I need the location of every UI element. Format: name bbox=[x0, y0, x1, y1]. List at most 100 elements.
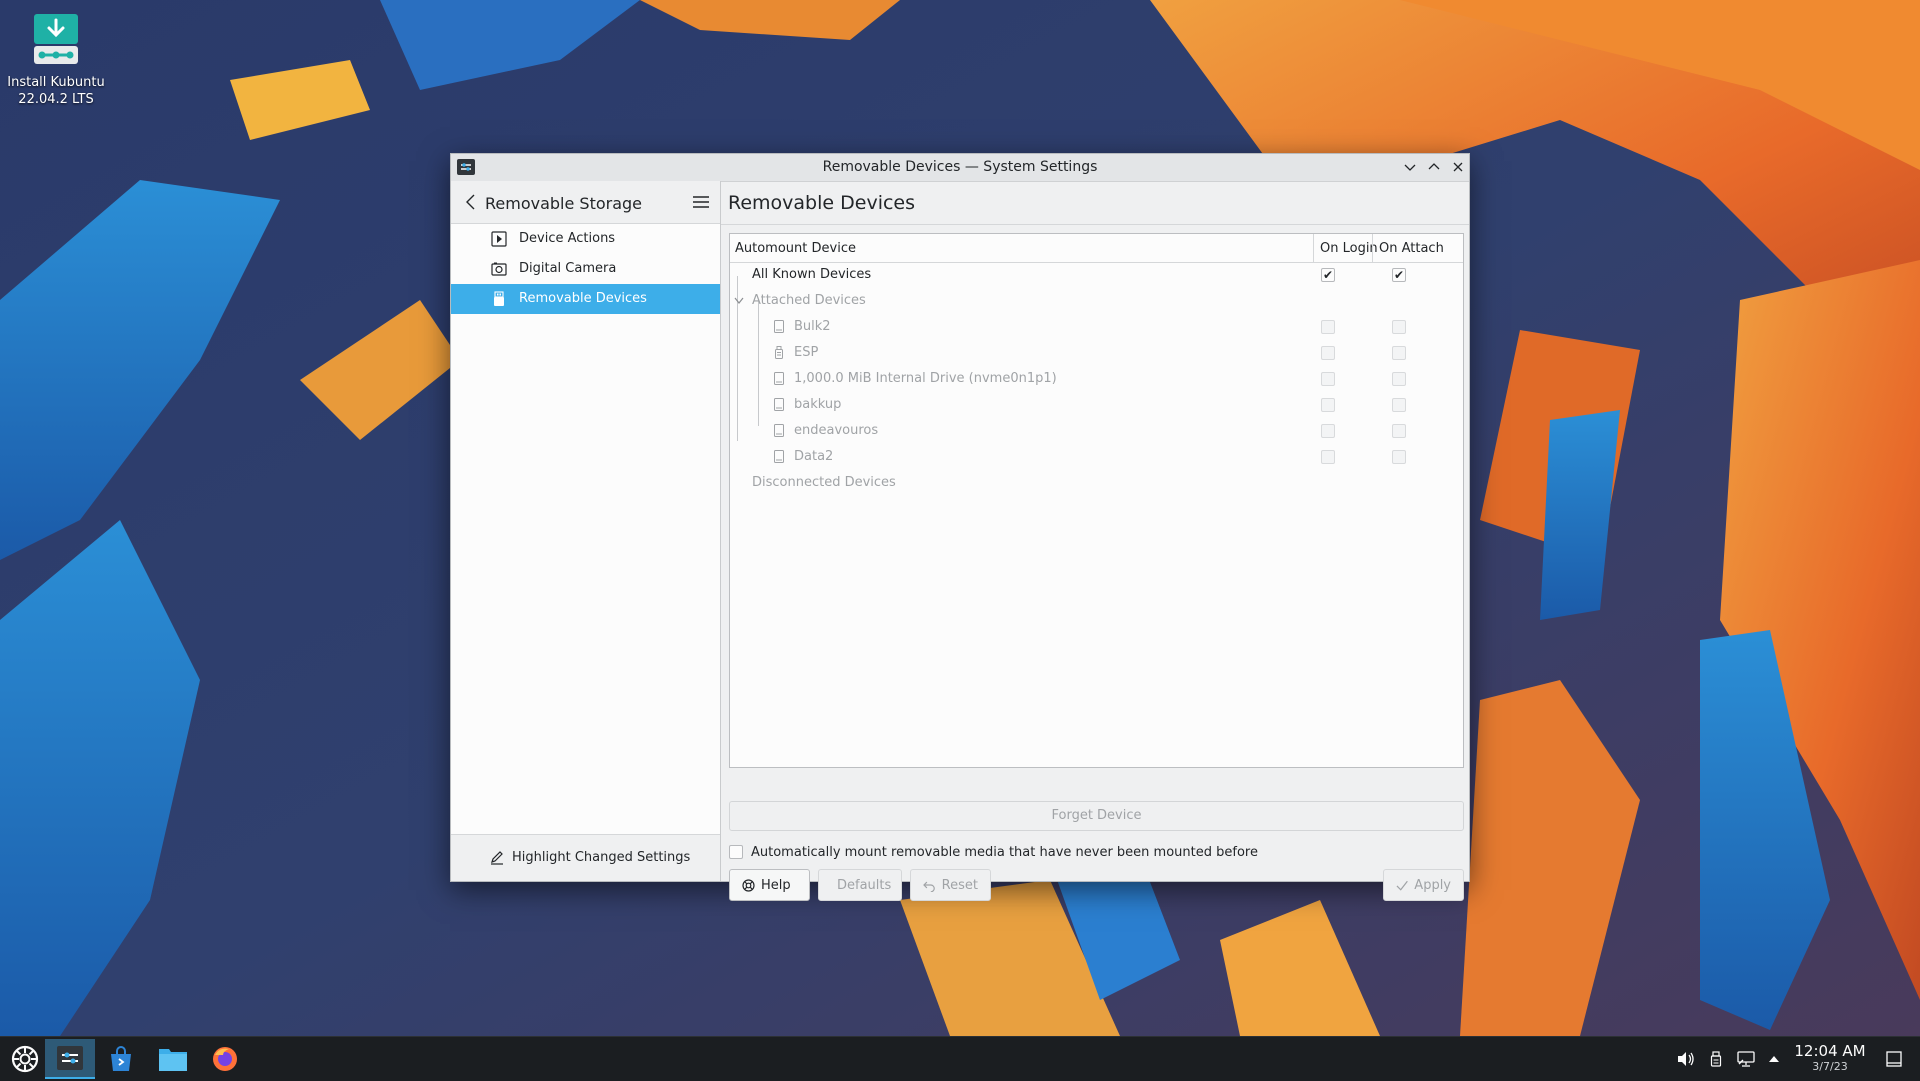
download-install-icon bbox=[30, 12, 82, 68]
drive-icon bbox=[774, 450, 784, 463]
tree-row-attached-devices[interactable]: Attached Devices bbox=[730, 288, 1463, 314]
defaults-button[interactable]: Defaults bbox=[818, 869, 902, 901]
chevron-down-icon bbox=[1404, 164, 1416, 171]
back-button[interactable] bbox=[463, 193, 479, 211]
column-divider bbox=[1372, 234, 1373, 262]
window-titlebar[interactable]: Removable Devices — System Settings bbox=[451, 154, 1469, 182]
minimize-button[interactable] bbox=[1401, 158, 1419, 176]
row-label: endeavouros bbox=[794, 423, 879, 438]
sidebar-footer: Highlight Changed Settings bbox=[451, 834, 720, 881]
highlighter-pen-icon bbox=[491, 851, 503, 865]
column-header-on-attach[interactable]: On Attach bbox=[1379, 241, 1444, 256]
row-label: Disconnected Devices bbox=[752, 475, 896, 490]
sidebar-item-label: Digital Camera bbox=[519, 261, 617, 276]
highlight-changed-settings-label: Highlight Changed Settings bbox=[512, 849, 691, 865]
digital-clock[interactable]: 12:04 AM 3/7/23 bbox=[1776, 1042, 1884, 1074]
application-launcher-button[interactable] bbox=[0, 1039, 50, 1079]
device-on-attach-checkbox[interactable] bbox=[1392, 450, 1406, 464]
page-title: Removable Devices bbox=[728, 192, 916, 214]
tree-row-device[interactable]: bakkup bbox=[730, 392, 1463, 418]
hamburger-menu-button[interactable] bbox=[692, 194, 710, 210]
maximize-button[interactable] bbox=[1425, 158, 1443, 176]
device-on-login-checkbox[interactable] bbox=[1321, 398, 1335, 412]
main-panel: Removable Devices Automount Device On Lo… bbox=[721, 181, 1469, 901]
taskbar: 12:04 AM 3/7/23 bbox=[0, 1036, 1920, 1081]
chevron-down-icon[interactable] bbox=[734, 297, 744, 305]
usb-drive-icon bbox=[775, 346, 783, 359]
drive-icon bbox=[774, 372, 784, 385]
help-icon bbox=[742, 878, 755, 892]
taskbar-firefox[interactable] bbox=[200, 1039, 250, 1079]
tree-row-device[interactable]: Bulk2 bbox=[730, 314, 1463, 340]
close-button[interactable] bbox=[1449, 158, 1467, 176]
tree-header: Automount Device On Login On Attach bbox=[730, 234, 1463, 263]
system-settings-window: Removable Devices — System Settings Remo… bbox=[450, 153, 1470, 901]
auto-mount-checkbox[interactable] bbox=[729, 845, 743, 859]
device-on-login-checkbox[interactable] bbox=[1321, 372, 1335, 386]
checkmark-icon bbox=[1396, 880, 1408, 891]
device-on-attach-checkbox[interactable] bbox=[1392, 320, 1406, 334]
sidebar-item-removable-devices[interactable]: Removable Devices bbox=[451, 284, 720, 314]
sidebar-header: Removable Storage bbox=[451, 181, 720, 224]
sidebar-item-digital-camera[interactable]: Digital Camera bbox=[451, 254, 720, 284]
taskbar-dolphin[interactable] bbox=[148, 1039, 198, 1079]
network-icon[interactable] bbox=[1736, 1049, 1756, 1069]
help-button[interactable]: Help bbox=[729, 869, 810, 901]
tree-row-disconnected-devices[interactable]: Disconnected Devices bbox=[730, 470, 1463, 496]
system-settings-icon bbox=[57, 1046, 83, 1070]
device-on-login-checkbox[interactable] bbox=[1321, 346, 1335, 360]
help-label: Help bbox=[761, 877, 791, 893]
row-label: All Known Devices bbox=[752, 267, 872, 282]
show-desktop-icon[interactable] bbox=[1884, 1049, 1904, 1069]
all-known-on-login-checkbox[interactable]: ✔ bbox=[1321, 268, 1335, 282]
column-header-on-login[interactable]: On Login bbox=[1320, 241, 1378, 256]
clock-time: 12:04 AM bbox=[1794, 1042, 1866, 1060]
drive-icon bbox=[774, 320, 784, 333]
removable-device-notifier-icon[interactable] bbox=[1706, 1049, 1726, 1069]
device-on-attach-checkbox[interactable] bbox=[1392, 424, 1406, 438]
device-on-attach-checkbox[interactable] bbox=[1392, 346, 1406, 360]
row-label: Bulk2 bbox=[794, 319, 831, 334]
desktop-icon-label-line2: 22.04.2 LTS bbox=[18, 92, 94, 107]
folder-icon bbox=[159, 1049, 187, 1071]
auto-mount-label: Automatically mount removable media that… bbox=[751, 845, 1258, 860]
taskbar-discover[interactable] bbox=[96, 1039, 146, 1079]
header-divider bbox=[721, 224, 1469, 225]
tree-row-device[interactable]: ESP bbox=[730, 340, 1463, 366]
device-on-login-checkbox[interactable] bbox=[1321, 320, 1335, 334]
volume-icon[interactable] bbox=[1676, 1049, 1696, 1069]
drive-icon bbox=[774, 398, 784, 411]
desktop-icon-label-line1: Install Kubuntu bbox=[7, 75, 105, 90]
reset-button[interactable]: Reset bbox=[910, 869, 991, 901]
device-on-login-checkbox[interactable] bbox=[1321, 450, 1335, 464]
column-divider bbox=[1313, 234, 1314, 262]
tree-row-all-known-devices[interactable]: All Known Devices ✔ ✔ bbox=[730, 262, 1463, 288]
tree-row-device[interactable]: 1,000.0 MiB Internal Drive (nvme0n1p1) bbox=[730, 366, 1463, 392]
device-actions-icon bbox=[491, 231, 507, 247]
column-header-automount-device[interactable]: Automount Device bbox=[735, 241, 856, 256]
tree-row-device[interactable]: Data2 bbox=[730, 444, 1463, 470]
sidebar-title: Removable Storage bbox=[485, 194, 643, 213]
undo-icon bbox=[923, 881, 935, 892]
taskbar-system-settings[interactable] bbox=[45, 1039, 95, 1079]
automount-device-tree[interactable]: Automount Device On Login On Attach All … bbox=[729, 233, 1464, 768]
drive-icon bbox=[774, 424, 784, 437]
desktop-icon-install-kubuntu[interactable]: Install Kubuntu 22.04.2 LTS bbox=[6, 12, 106, 108]
row-label: ESP bbox=[794, 345, 819, 360]
hamburger-menu-icon bbox=[693, 196, 709, 208]
device-on-login-checkbox[interactable] bbox=[1321, 424, 1335, 438]
sidebar-item-label: Removable Devices bbox=[519, 291, 647, 306]
defaults-label: Defaults bbox=[837, 877, 892, 893]
apply-label: Apply bbox=[1414, 877, 1451, 893]
tree-row-device[interactable]: endeavouros bbox=[730, 418, 1463, 444]
highlight-changed-settings-button[interactable]: Highlight Changed Settings bbox=[489, 849, 690, 865]
device-on-attach-checkbox[interactable] bbox=[1392, 372, 1406, 386]
chevron-left-icon bbox=[466, 194, 475, 210]
row-label: Attached Devices bbox=[752, 293, 866, 308]
device-on-attach-checkbox[interactable] bbox=[1392, 398, 1406, 412]
apply-button[interactable]: Apply bbox=[1383, 869, 1464, 901]
sidebar-item-device-actions[interactable]: Device Actions bbox=[451, 224, 720, 254]
all-known-on-attach-checkbox[interactable]: ✔ bbox=[1392, 268, 1406, 282]
checkmark-icon: ✔ bbox=[1394, 268, 1405, 282]
forget-device-button[interactable]: Forget Device bbox=[729, 801, 1464, 831]
